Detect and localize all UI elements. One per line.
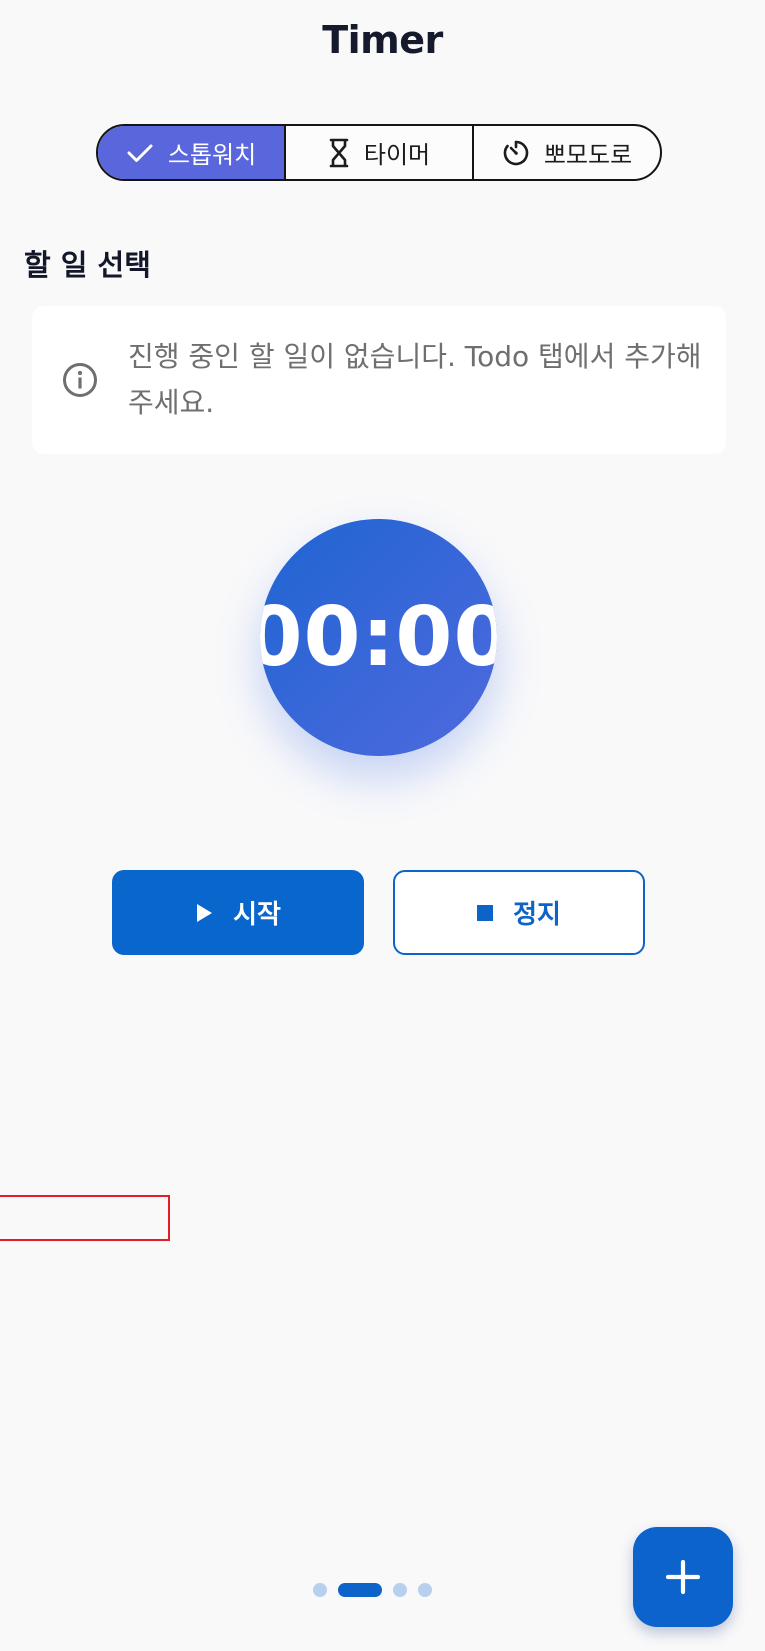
stop-button-label: 정지 [513, 900, 561, 930]
plus-icon [665, 1559, 701, 1595]
info-icon [63, 363, 97, 397]
tab-timer-label: 타이머 [363, 141, 431, 169]
stop-icon [477, 904, 494, 921]
timer-dial-icon [503, 140, 529, 165]
page-dot[interactable] [418, 1583, 432, 1597]
tab-timer[interactable]: 타이머 [286, 126, 474, 179]
stopwatch-display: 00:00 [260, 519, 497, 756]
tab-pomodoro-label: 뽀모도로 [543, 141, 633, 169]
hourglass-icon [329, 138, 349, 167]
tab-stopwatch[interactable]: 스톱워치 [98, 126, 286, 179]
start-button[interactable]: 시작 [112, 870, 364, 955]
tab-pomodoro[interactable]: 뽀모도로 [474, 126, 660, 179]
mode-segmented-control: 스톱워치 타이머 뽀모도로 [96, 124, 662, 181]
page-indicator [313, 1582, 432, 1598]
highlight-box [0, 1195, 170, 1241]
elapsed-time: 00:00 [260, 590, 497, 685]
check-icon [127, 144, 153, 162]
play-icon [197, 903, 213, 922]
page-title: Timer [322, 18, 443, 62]
page-dot[interactable] [313, 1583, 327, 1597]
tab-stopwatch-label: 스톱워치 [167, 141, 257, 169]
page-dot[interactable] [393, 1583, 407, 1597]
timer-screen: Timer 스톱워치 타이머 뽀모도로 할 일 선택 진행 중인 할 일이 없습… [0, 0, 765, 1651]
empty-task-message: 진행 중인 할 일이 없습니다. Todo 탭에서 추가해주세요. [128, 340, 702, 419]
add-fab-button[interactable] [633, 1527, 733, 1627]
page-dot-active[interactable] [338, 1583, 382, 1597]
task-select-title: 할 일 선택 [24, 248, 151, 282]
stop-button[interactable]: 정지 [393, 870, 645, 955]
start-button-label: 시작 [233, 900, 281, 930]
empty-task-card: 진행 중인 할 일이 없습니다. Todo 탭에서 추가해주세요. [32, 306, 726, 454]
